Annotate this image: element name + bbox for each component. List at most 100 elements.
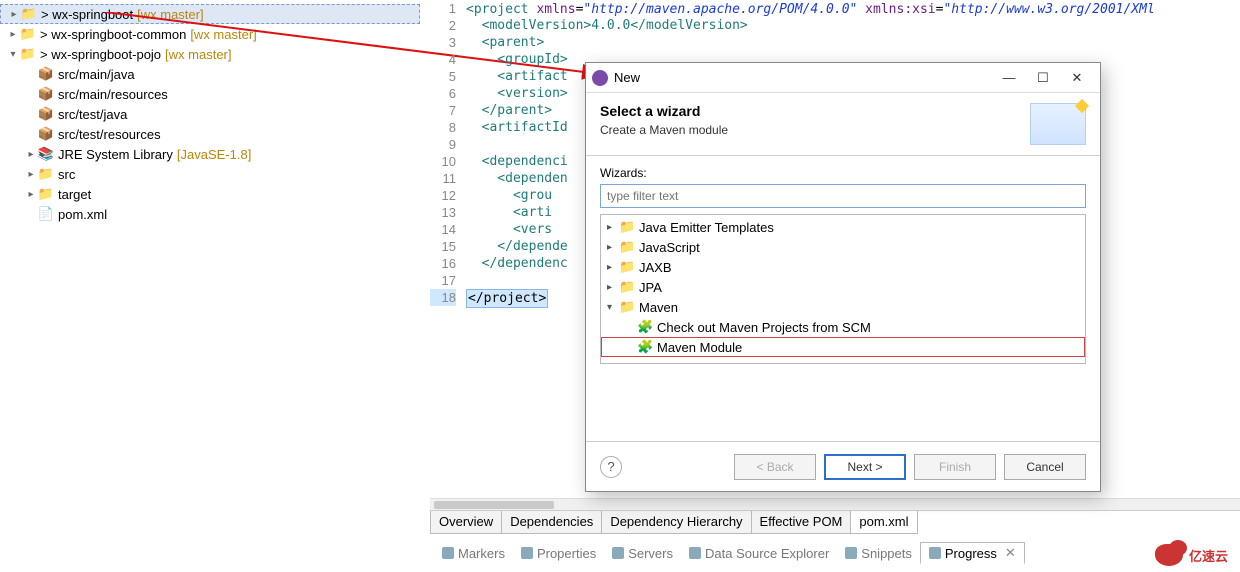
window-minimize-button[interactable]: — [992,66,1026,90]
tree-item-decoration: [wx master] [165,47,231,62]
tree-item[interactable]: 📦src/test/resources [0,124,420,144]
pom-tab[interactable]: pom.xml [850,511,917,534]
cursor-line: </project> [466,289,548,308]
package-icon: 📦 [38,106,54,122]
expand-arrow-icon[interactable] [6,29,20,40]
cancel-button[interactable]: Cancel [1004,454,1086,480]
expand-arrow-icon[interactable] [24,169,38,180]
tree-item[interactable]: 📦 src/test/java [0,104,420,124]
wizard-tree[interactable]: ▸📁Java Emitter Templates▸📁JavaScript▸📁JA… [600,214,1086,364]
wizard-tree-item[interactable]: 🧩 Check out Maven Projects from SCM [601,317,1085,337]
expand-arrow-icon[interactable]: ▸ [607,262,619,273]
tree-item[interactable]: 📦src/main/resources [0,84,420,104]
tree-item[interactable]: 📁> wx-springboot [wx master] [0,4,420,24]
view-tab[interactable]: Progress ✕ [920,542,1025,564]
wizard-tree-item[interactable]: ▾📁 Maven [601,297,1085,317]
library-icon: 📚 [38,146,54,162]
project-explorer[interactable]: 📁> wx-springboot [wx master]📁> wx-spring… [0,0,420,572]
dialog-titlebar[interactable]: New — ☐ ✕ [586,63,1100,93]
line-number: 18 [430,289,456,306]
folder-icon: 📁 [38,166,54,182]
wizard-tree-item[interactable]: ▸📁JPA [601,277,1085,297]
tree-item[interactable]: 📄pom.xml [0,204,420,224]
tree-item[interactable]: 📚JRE System Library [JavaSE-1.8] [0,144,420,164]
wizard-item-icon: 🧩 [637,319,653,335]
close-icon[interactable]: ✕ [1005,545,1016,561]
line-number: 8 [430,119,456,136]
scrollbar-thumb[interactable] [434,501,554,509]
tree-item-label: > wx-springboot-common [40,27,186,42]
next-button[interactable]: Next > [824,454,906,480]
line-number: 7 [430,102,456,119]
eclipse-icon [592,70,608,86]
view-tab-label: Servers [628,546,673,561]
line-number: 2 [430,17,456,34]
tree-item[interactable]: 📁 src [0,164,420,184]
project-icon: 📁 [21,6,37,22]
line-number: 16 [430,255,456,272]
wizard-item-label: JavaScript [639,240,700,255]
folder-icon: 📁 [619,259,635,275]
views-tabstrip[interactable]: MarkersProperties Servers Data Source Expl… [430,540,1240,566]
tree-item-decoration: [wx master] [190,27,256,42]
expand-arrow-icon[interactable] [24,149,38,160]
finish-button[interactable]: Finish [914,454,996,480]
tree-item-label: src/test/java [58,107,127,122]
pom-tab[interactable]: Dependencies [501,511,602,534]
line-number: 10 [430,153,456,170]
pom-editor-tabs[interactable]: OverviewDependenciesDependency Hierarchy… [430,510,1240,534]
folder-icon: 📁 [619,299,635,315]
view-tab[interactable]: Data Source Explorer [681,544,837,563]
pom-tab[interactable]: Overview [430,511,502,534]
wizard-tree-item[interactable]: ▸📁Java Emitter Templates [601,217,1085,237]
expand-arrow-icon[interactable]: ▸ [607,242,619,253]
line-number: 12 [430,187,456,204]
expand-arrow-icon[interactable]: ▸ [607,282,619,293]
line-number: 3 [430,34,456,51]
expand-arrow-icon[interactable] [7,9,21,20]
project-icon: 📁 [20,26,36,42]
view-tab[interactable]: Servers [604,544,681,563]
line-number: 4 [430,51,456,68]
wizard-tree-item[interactable]: 🧩Maven Module [601,337,1085,357]
folder-icon: 📁 [619,279,635,295]
tree-item-label: src/main/resources [58,87,168,102]
editor-h-scrollbar[interactable] [430,498,1240,510]
view-tab[interactable]: Properties [513,544,604,563]
view-tab[interactable]: Markers [434,544,513,563]
wizard-item-label: Maven [639,300,678,315]
window-close-button[interactable]: ✕ [1060,66,1094,90]
tree-item[interactable]: 📦src/main/java [0,64,420,84]
package-icon: 📦 [38,126,54,142]
wizard-item-icon: 🧩 [637,339,653,355]
wizard-item-label: Java Emitter Templates [639,220,774,235]
expand-arrow-icon[interactable] [24,189,38,200]
window-maximize-button[interactable]: ☐ [1026,66,1060,90]
view-icon [612,547,624,559]
dialog-banner: Select a wizard Create a Maven module [586,93,1100,156]
tree-item-label: src [58,167,75,182]
wizards-label: Wizards: [600,166,1086,180]
tree-item[interactable]: 📁> wx-springboot-pojo [wx master] [0,44,420,64]
wizard-tree-item[interactable]: ▸📁 JAXB [601,257,1085,277]
view-icon [689,547,701,559]
view-tab-label: Data Source Explorer [705,546,829,561]
line-number: 17 [430,272,456,289]
expand-arrow-icon[interactable] [6,49,20,60]
expand-arrow-icon[interactable]: ▸ [607,222,619,233]
view-tab[interactable]: Snippets [837,544,920,563]
tree-item[interactable]: 📁 > wx-springboot-common [wx master] [0,24,420,44]
line-number: 13 [430,204,456,221]
pom-tab[interactable]: Effective POM [751,511,852,534]
tree-item[interactable]: 📁target [0,184,420,204]
pom-tab[interactable]: Dependency Hierarchy [601,511,751,534]
expand-arrow-icon[interactable]: ▾ [607,302,619,313]
wizard-tree-item[interactable]: ▸📁JavaScript [601,237,1085,257]
wizard-filter-input[interactable] [600,184,1086,208]
help-button[interactable]: ? [600,456,622,478]
line-number: 11 [430,170,456,187]
wizard-item-label: Check out Maven Projects from SCM [657,320,871,335]
wizard-item-label: JAXB [639,260,672,275]
back-button[interactable]: < Back [734,454,816,480]
dialog-title: New [614,70,992,85]
